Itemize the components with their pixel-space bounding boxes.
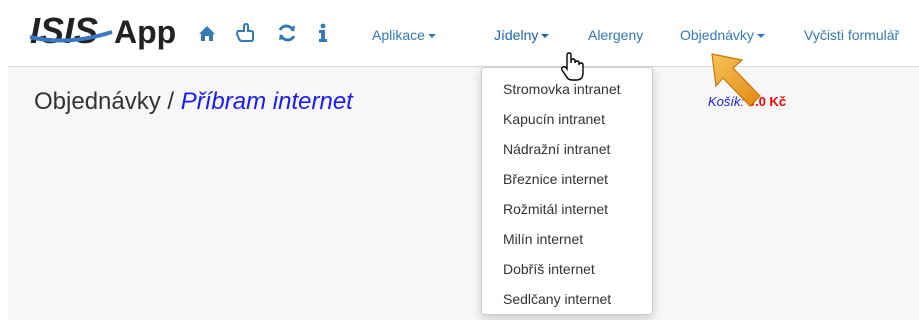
logo-text: App [114,14,176,50]
dropdown-item-kapucin[interactable]: Kapucín intranet [482,104,652,134]
nav-objednavky-dropdown[interactable]: Objednávky [680,27,765,43]
breadcrumb-root[interactable]: Objednávky [34,88,161,115]
isis-app-logo[interactable]: ISIS App [28,10,188,50]
dropdown-item-breznice[interactable]: Březnice internet [482,164,652,194]
chevron-down-icon [427,34,436,39]
breadcrumb-separator: / [160,88,181,115]
hand-cursor-icon [560,52,584,81]
info-icon[interactable] [312,22,334,44]
nav-objednavky-label: Objednávky [680,27,754,43]
dropdown-item-rozmital[interactable]: Rožmitál internet [482,194,652,224]
nav-jidelny-label: Jídelny [494,27,539,43]
nav-aplikace-dropdown[interactable]: Aplikace [372,27,436,43]
nav-alergeny-link[interactable]: Alergeny [588,27,643,43]
clear-form-link[interactable]: Vyčisti formulář [804,27,899,43]
jidelny-dropdown-menu: Stromovka intranet Kapucín intranet Nádr… [481,67,653,315]
dropdown-item-dobris[interactable]: Dobříš internet [482,254,652,284]
current-place: Příbram internet [180,88,353,115]
home-icon[interactable] [196,22,218,44]
dropdown-item-sedlcany[interactable]: Sedlčany internet [482,284,652,314]
nav-aplikace-label: Aplikace [372,27,425,43]
dropdown-item-nadrazni[interactable]: Nádražní intranet [482,134,652,164]
orange-arrow-icon [711,53,761,107]
page-title: Objednávky / Příbram internet [34,88,353,116]
pointer-hand-icon[interactable] [234,22,256,44]
dropdown-item-milin[interactable]: Milín internet [482,224,652,254]
chevron-down-icon [756,34,765,39]
chevron-down-icon [541,34,550,39]
nav-jidelny-dropdown[interactable]: Jídelny [494,27,550,43]
refresh-icon[interactable] [276,22,298,44]
logo-mark: ISIS [30,10,98,50]
